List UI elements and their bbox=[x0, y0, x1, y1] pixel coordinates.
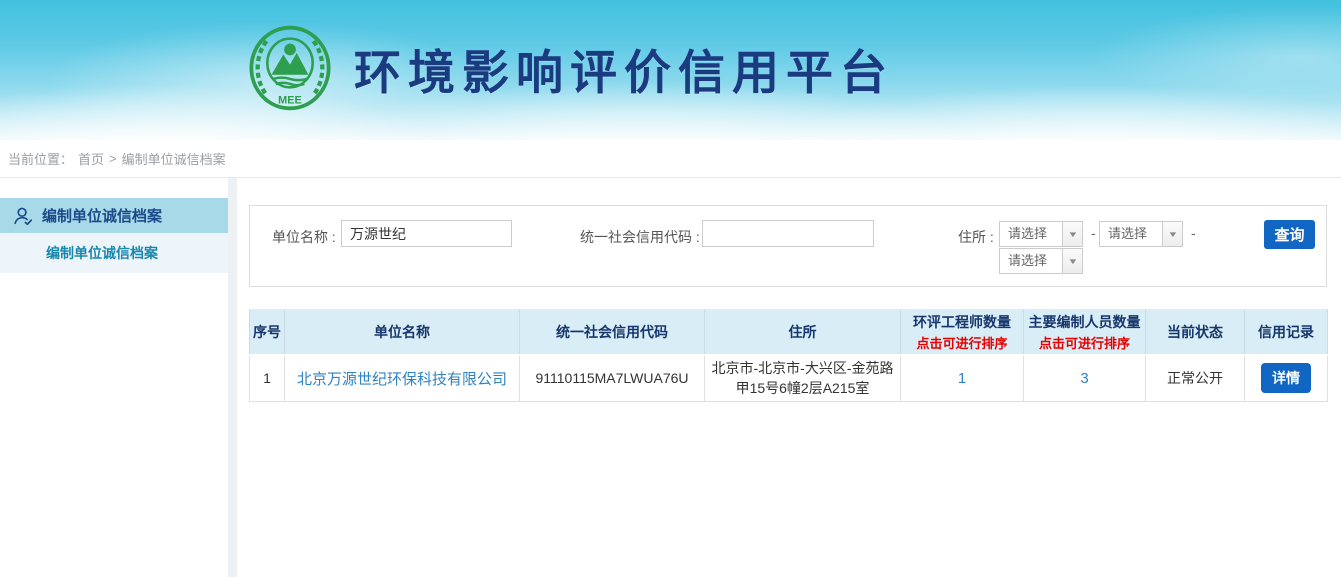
col-header-staff-count-label: 主要编制人员数量 bbox=[1029, 314, 1141, 330]
results-table: 序号 单位名称 统一社会信用代码 住所 环评工程师数量 点击可进行排序 主要编制… bbox=[249, 309, 1328, 402]
sidebar-subitem-label: 编制单位诚信档案 bbox=[46, 243, 158, 263]
sidebar: 编制单位诚信档案 编制单位诚信档案 bbox=[0, 178, 228, 577]
chevron-down-icon: ▼ bbox=[1067, 257, 1078, 266]
sidebar-item-label: 编制单位诚信档案 bbox=[42, 205, 162, 226]
sidebar-divider bbox=[228, 178, 237, 577]
district-select-value[interactable]: 请选择 bbox=[999, 248, 1063, 274]
company-name-link[interactable]: 北京万源世纪环保科技有限公司 bbox=[297, 371, 507, 388]
city-select[interactable]: 请选择 ▼ bbox=[1099, 221, 1183, 247]
col-header-status: 当前状态 bbox=[1146, 310, 1245, 356]
province-select[interactable]: 请选择 ▼ bbox=[999, 221, 1083, 247]
credit-code-cell: 91110115MA7LWUA76U bbox=[520, 355, 705, 401]
site-banner: MEE 环境影响评价信用平台 bbox=[0, 0, 1341, 140]
company-name-input[interactable] bbox=[341, 220, 512, 247]
residence-label: 住所 : bbox=[958, 227, 994, 247]
col-header-credit-record: 信用记录 bbox=[1245, 310, 1328, 356]
breadcrumb-home-link[interactable]: 首页 bbox=[78, 149, 104, 168]
address-line-1: 北京市-北京市-大兴区-金苑路 bbox=[709, 358, 896, 378]
col-header-engineer-count-label: 环评工程师数量 bbox=[913, 314, 1011, 330]
col-header-company: 单位名称 bbox=[285, 310, 520, 356]
sort-hint-engineer: 点击可进行排序 bbox=[903, 333, 1021, 352]
chevron-down-icon: ▼ bbox=[1067, 230, 1078, 239]
breadcrumb-separator: > bbox=[109, 151, 117, 166]
breadcrumb-current: 编制单位诚信档案 bbox=[122, 149, 226, 168]
search-form: 单位名称 : 统一社会信用代码 : 住所 : 请选择 ▼ - 请选择 ▼ - 请… bbox=[249, 205, 1327, 287]
address-line-2: 甲15号6幢2层A215室 bbox=[709, 378, 896, 398]
district-select-arrow-button[interactable]: ▼ bbox=[1062, 248, 1083, 274]
col-header-address: 住所 bbox=[705, 310, 901, 356]
mee-logo-icon: MEE bbox=[248, 24, 332, 112]
col-header-staff-count-sortable[interactable]: 主要编制人员数量 点击可进行排序 bbox=[1024, 310, 1146, 356]
sidebar-item-credit-archive-parent[interactable]: 编制单位诚信档案 bbox=[0, 198, 228, 233]
col-header-credit-code: 统一社会信用代码 bbox=[520, 310, 705, 356]
table-row: 1 北京万源世纪环保科技有限公司 91110115MA7LWUA76U 北京市-… bbox=[250, 355, 1328, 401]
chevron-down-icon: ▼ bbox=[1167, 230, 1178, 239]
main-panel: 单位名称 : 统一社会信用代码 : 住所 : 请选择 ▼ - 请选择 ▼ - 请… bbox=[237, 178, 1341, 577]
user-check-icon bbox=[12, 205, 34, 227]
residence-dash-2: - bbox=[1191, 225, 1196, 241]
table-header-row: 序号 单位名称 统一社会信用代码 住所 环评工程师数量 点击可进行排序 主要编制… bbox=[250, 310, 1328, 356]
engineer-count-link[interactable]: 1 bbox=[958, 370, 966, 387]
staff-count-link[interactable]: 3 bbox=[1080, 370, 1088, 387]
query-button[interactable]: 查询 bbox=[1264, 220, 1315, 249]
col-header-index: 序号 bbox=[250, 310, 285, 356]
col-header-engineer-count-sortable[interactable]: 环评工程师数量 点击可进行排序 bbox=[901, 310, 1024, 356]
content-area: 编制单位诚信档案 编制单位诚信档案 单位名称 : 统一社会信用代码 : 住所 :… bbox=[0, 178, 1341, 577]
banner-brand: MEE 环境影响评价信用平台 bbox=[248, 24, 894, 112]
credit-code-input[interactable] bbox=[702, 220, 874, 247]
sort-hint-staff: 点击可进行排序 bbox=[1026, 333, 1143, 352]
company-name-label: 单位名称 : bbox=[272, 227, 336, 247]
breadcrumb: 当前位置： 首页 > 编制单位诚信档案 bbox=[0, 140, 1341, 178]
row-index-cell: 1 bbox=[250, 355, 285, 401]
district-select[interactable]: 请选择 ▼ bbox=[999, 248, 1083, 274]
detail-button[interactable]: 详情 bbox=[1261, 363, 1311, 393]
residence-dash-1: - bbox=[1091, 225, 1096, 241]
city-select-value[interactable]: 请选择 bbox=[1099, 221, 1163, 247]
province-select-arrow-button[interactable]: ▼ bbox=[1062, 221, 1083, 247]
sidebar-item-credit-archive[interactable]: 编制单位诚信档案 bbox=[0, 233, 228, 273]
status-cell: 正常公开 bbox=[1146, 355, 1245, 401]
mee-logo-text: MEE bbox=[278, 94, 302, 106]
site-title: 环境影响评价信用平台 bbox=[354, 34, 894, 103]
breadcrumb-prefix: 当前位置： bbox=[8, 149, 73, 168]
city-select-arrow-button[interactable]: ▼ bbox=[1162, 221, 1183, 247]
credit-code-label: 统一社会信用代码 : bbox=[580, 227, 700, 247]
province-select-value[interactable]: 请选择 bbox=[999, 221, 1063, 247]
address-cell: 北京市-北京市-大兴区-金苑路 甲15号6幢2层A215室 bbox=[709, 358, 896, 399]
